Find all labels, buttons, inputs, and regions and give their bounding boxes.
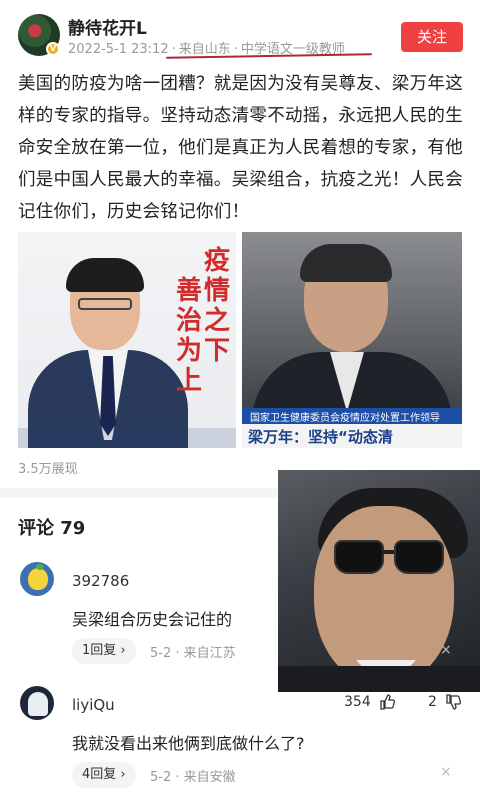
calligraphy-column-2: 善 治 为 上 — [174, 276, 204, 396]
commenter-name[interactable]: liyiQu — [72, 696, 115, 714]
comments-heading: 评论 79 — [18, 518, 86, 539]
post-body-text: 美国的防疫为啥一团糟？就是因为没有吴尊友、梁万年这样的专家的指导。坚持动态清零不… — [18, 74, 463, 222]
thumbs-up-icon — [380, 694, 396, 710]
news-banner: 国家卫生健康委员会疫情应对处置工作领导 — [242, 408, 462, 424]
photo-suit — [278, 666, 480, 692]
portrait-glasses — [78, 298, 132, 310]
post-location: 来自山东 — [178, 42, 231, 57]
calligraphy-char: 上 — [175, 366, 202, 396]
calligraphy-char: 情 — [203, 276, 230, 306]
verified-badge-icon: V — [46, 42, 60, 56]
leaf-icon — [36, 564, 44, 570]
comment-meta: 5-2 · 来自江苏 — [150, 646, 236, 661]
commenter-avatar[interactable] — [20, 562, 54, 596]
calligraphy-char: 善 — [175, 276, 202, 306]
portrait-hair — [66, 258, 144, 292]
replies-button[interactable]: 1回复 › — [72, 638, 136, 664]
post-header: V 静待花开L 2022-5-1 23:12 · 来自山东 · 中学语文一级教师 关注 — [0, 0, 480, 60]
like-count: 354 — [344, 694, 371, 710]
calligraphy-char: 疫 — [203, 246, 230, 276]
comment-meta: 5-2 · 来自安徽 — [150, 770, 236, 785]
post-image-right[interactable]: 国家卫生健康委员会疫情应对处置工作领导 梁万年：坚持“动态清 — [242, 232, 462, 448]
post-date: 2022-5-1 23:12 — [68, 42, 169, 57]
view-count: 3.5万展现 — [18, 462, 78, 477]
calligraphy-column-1: 疫 情 之 下 — [202, 246, 232, 366]
overlay-photo — [278, 470, 480, 692]
like-button[interactable]: 354 — [344, 694, 396, 710]
dislike-count: 2 — [428, 694, 437, 710]
caption-strip — [18, 428, 236, 448]
news-caption-text: 梁万年：坚持“动态清 — [248, 428, 393, 446]
calligraphy-char: 下 — [203, 336, 230, 366]
calligraphy-char: 治 — [175, 306, 202, 336]
calligraphy-char: 为 — [175, 336, 202, 366]
photo-face — [314, 506, 454, 686]
comment-text: 我就没看出来他俩到底做什么了? — [72, 734, 305, 753]
news-banner-text: 国家卫生健康委员会疫情应对处置工作领导 — [250, 413, 440, 424]
comment-text: 吴梁组合历史会记住的 — [72, 610, 233, 629]
replies-button[interactable]: 4回复 › — [72, 762, 136, 788]
thumbs-down-icon — [446, 694, 462, 710]
post-image-left[interactable]: 疫 情 之 下 善 治 为 上 — [18, 232, 236, 448]
dislike-button[interactable]: 2 — [428, 694, 462, 710]
portrait-hair — [300, 244, 392, 282]
close-icon[interactable]: × — [440, 764, 452, 780]
follow-button[interactable]: 关注 — [401, 22, 463, 52]
commenter-avatar[interactable] — [20, 686, 54, 720]
commenter-name[interactable]: 392786 — [72, 572, 129, 590]
sunglasses-icon — [334, 540, 446, 578]
calligraphy-char: 之 — [203, 306, 230, 336]
news-caption: 梁万年：坚持“动态清 — [242, 424, 462, 448]
lemon-icon — [28, 568, 48, 590]
close-icon[interactable]: × — [440, 642, 452, 658]
ghost-icon — [28, 692, 48, 716]
author-username[interactable]: 静待花开L — [68, 14, 147, 39]
